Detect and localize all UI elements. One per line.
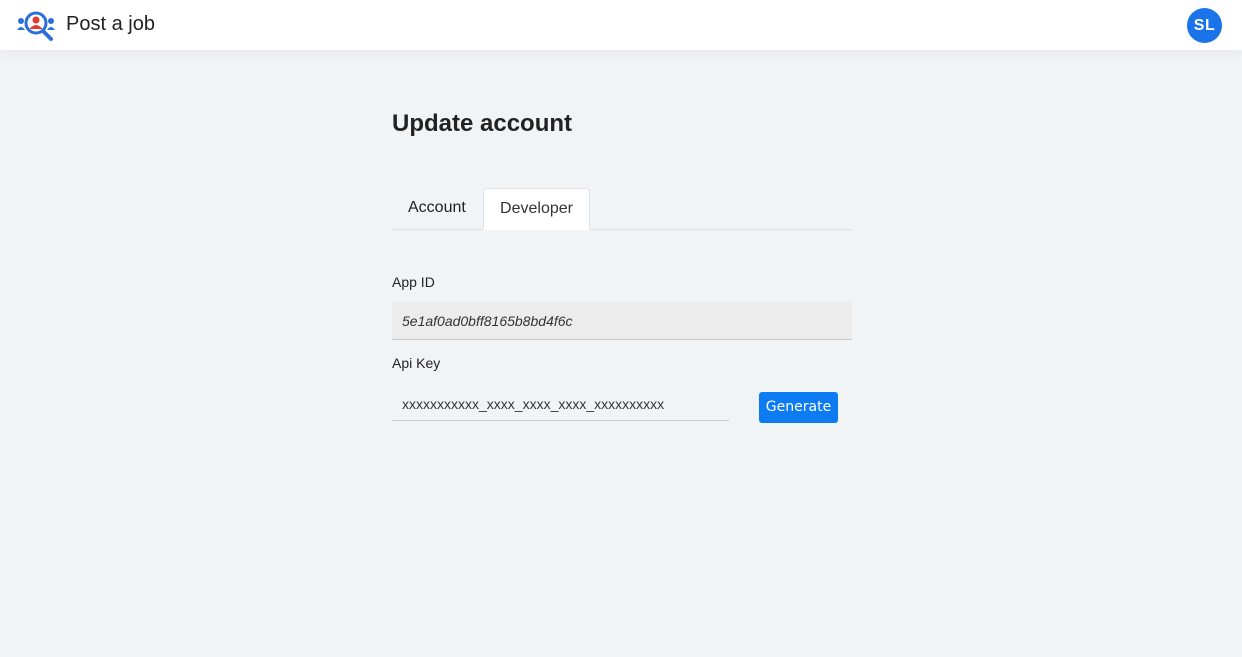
page-title: Update account <box>392 110 573 137</box>
user-avatar[interactable]: SL <box>1187 8 1222 43</box>
top-navbar: Post a job SL <box>0 0 1242 50</box>
tab-bar: Account Developer <box>392 188 852 230</box>
tab-account[interactable]: Account <box>392 188 483 229</box>
tab-developer[interactable]: Developer <box>483 188 590 230</box>
api-key-input[interactable] <box>392 388 729 421</box>
app-id-label: App ID <box>392 274 435 290</box>
api-key-label: Api Key <box>392 355 441 371</box>
people-search-icon[interactable] <box>17 8 55 42</box>
brand-title[interactable]: Post a job <box>66 12 155 36</box>
app-id-field: 5e1af0ad0bff8165b8bd4f6c <box>392 302 852 340</box>
generate-button[interactable]: Generate <box>759 392 838 423</box>
